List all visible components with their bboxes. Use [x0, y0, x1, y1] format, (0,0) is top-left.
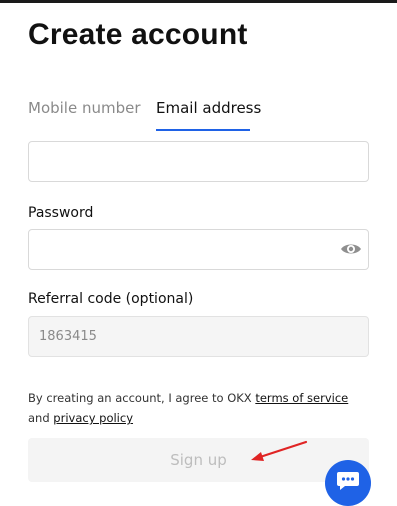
top-bar	[0, 0, 397, 3]
terms-prefix: By creating an account, I agree to OKX	[28, 391, 256, 405]
eye-icon[interactable]	[340, 240, 362, 258]
terms-middle: and	[28, 411, 54, 425]
chat-button[interactable]	[325, 460, 371, 506]
chat-icon	[336, 470, 360, 496]
tab-email-address[interactable]: Email address	[156, 99, 261, 117]
password-label: Password	[28, 205, 94, 221]
tab-mobile-number[interactable]: Mobile number	[28, 99, 141, 117]
referral-code-field[interactable]	[28, 316, 369, 357]
sign-up-button[interactable]: Sign up	[28, 438, 369, 482]
password-field[interactable]	[28, 229, 369, 270]
referral-code-label: Referral code (optional)	[28, 291, 194, 307]
page-title: Create account	[28, 18, 248, 51]
active-tab-indicator	[156, 129, 250, 131]
privacy-policy-link[interactable]: privacy policy	[53, 411, 133, 425]
terms-text: By creating an account, I agree to OKX t…	[28, 388, 373, 428]
email-field[interactable]	[28, 141, 369, 182]
terms-of-service-link[interactable]: terms of service	[255, 391, 348, 405]
